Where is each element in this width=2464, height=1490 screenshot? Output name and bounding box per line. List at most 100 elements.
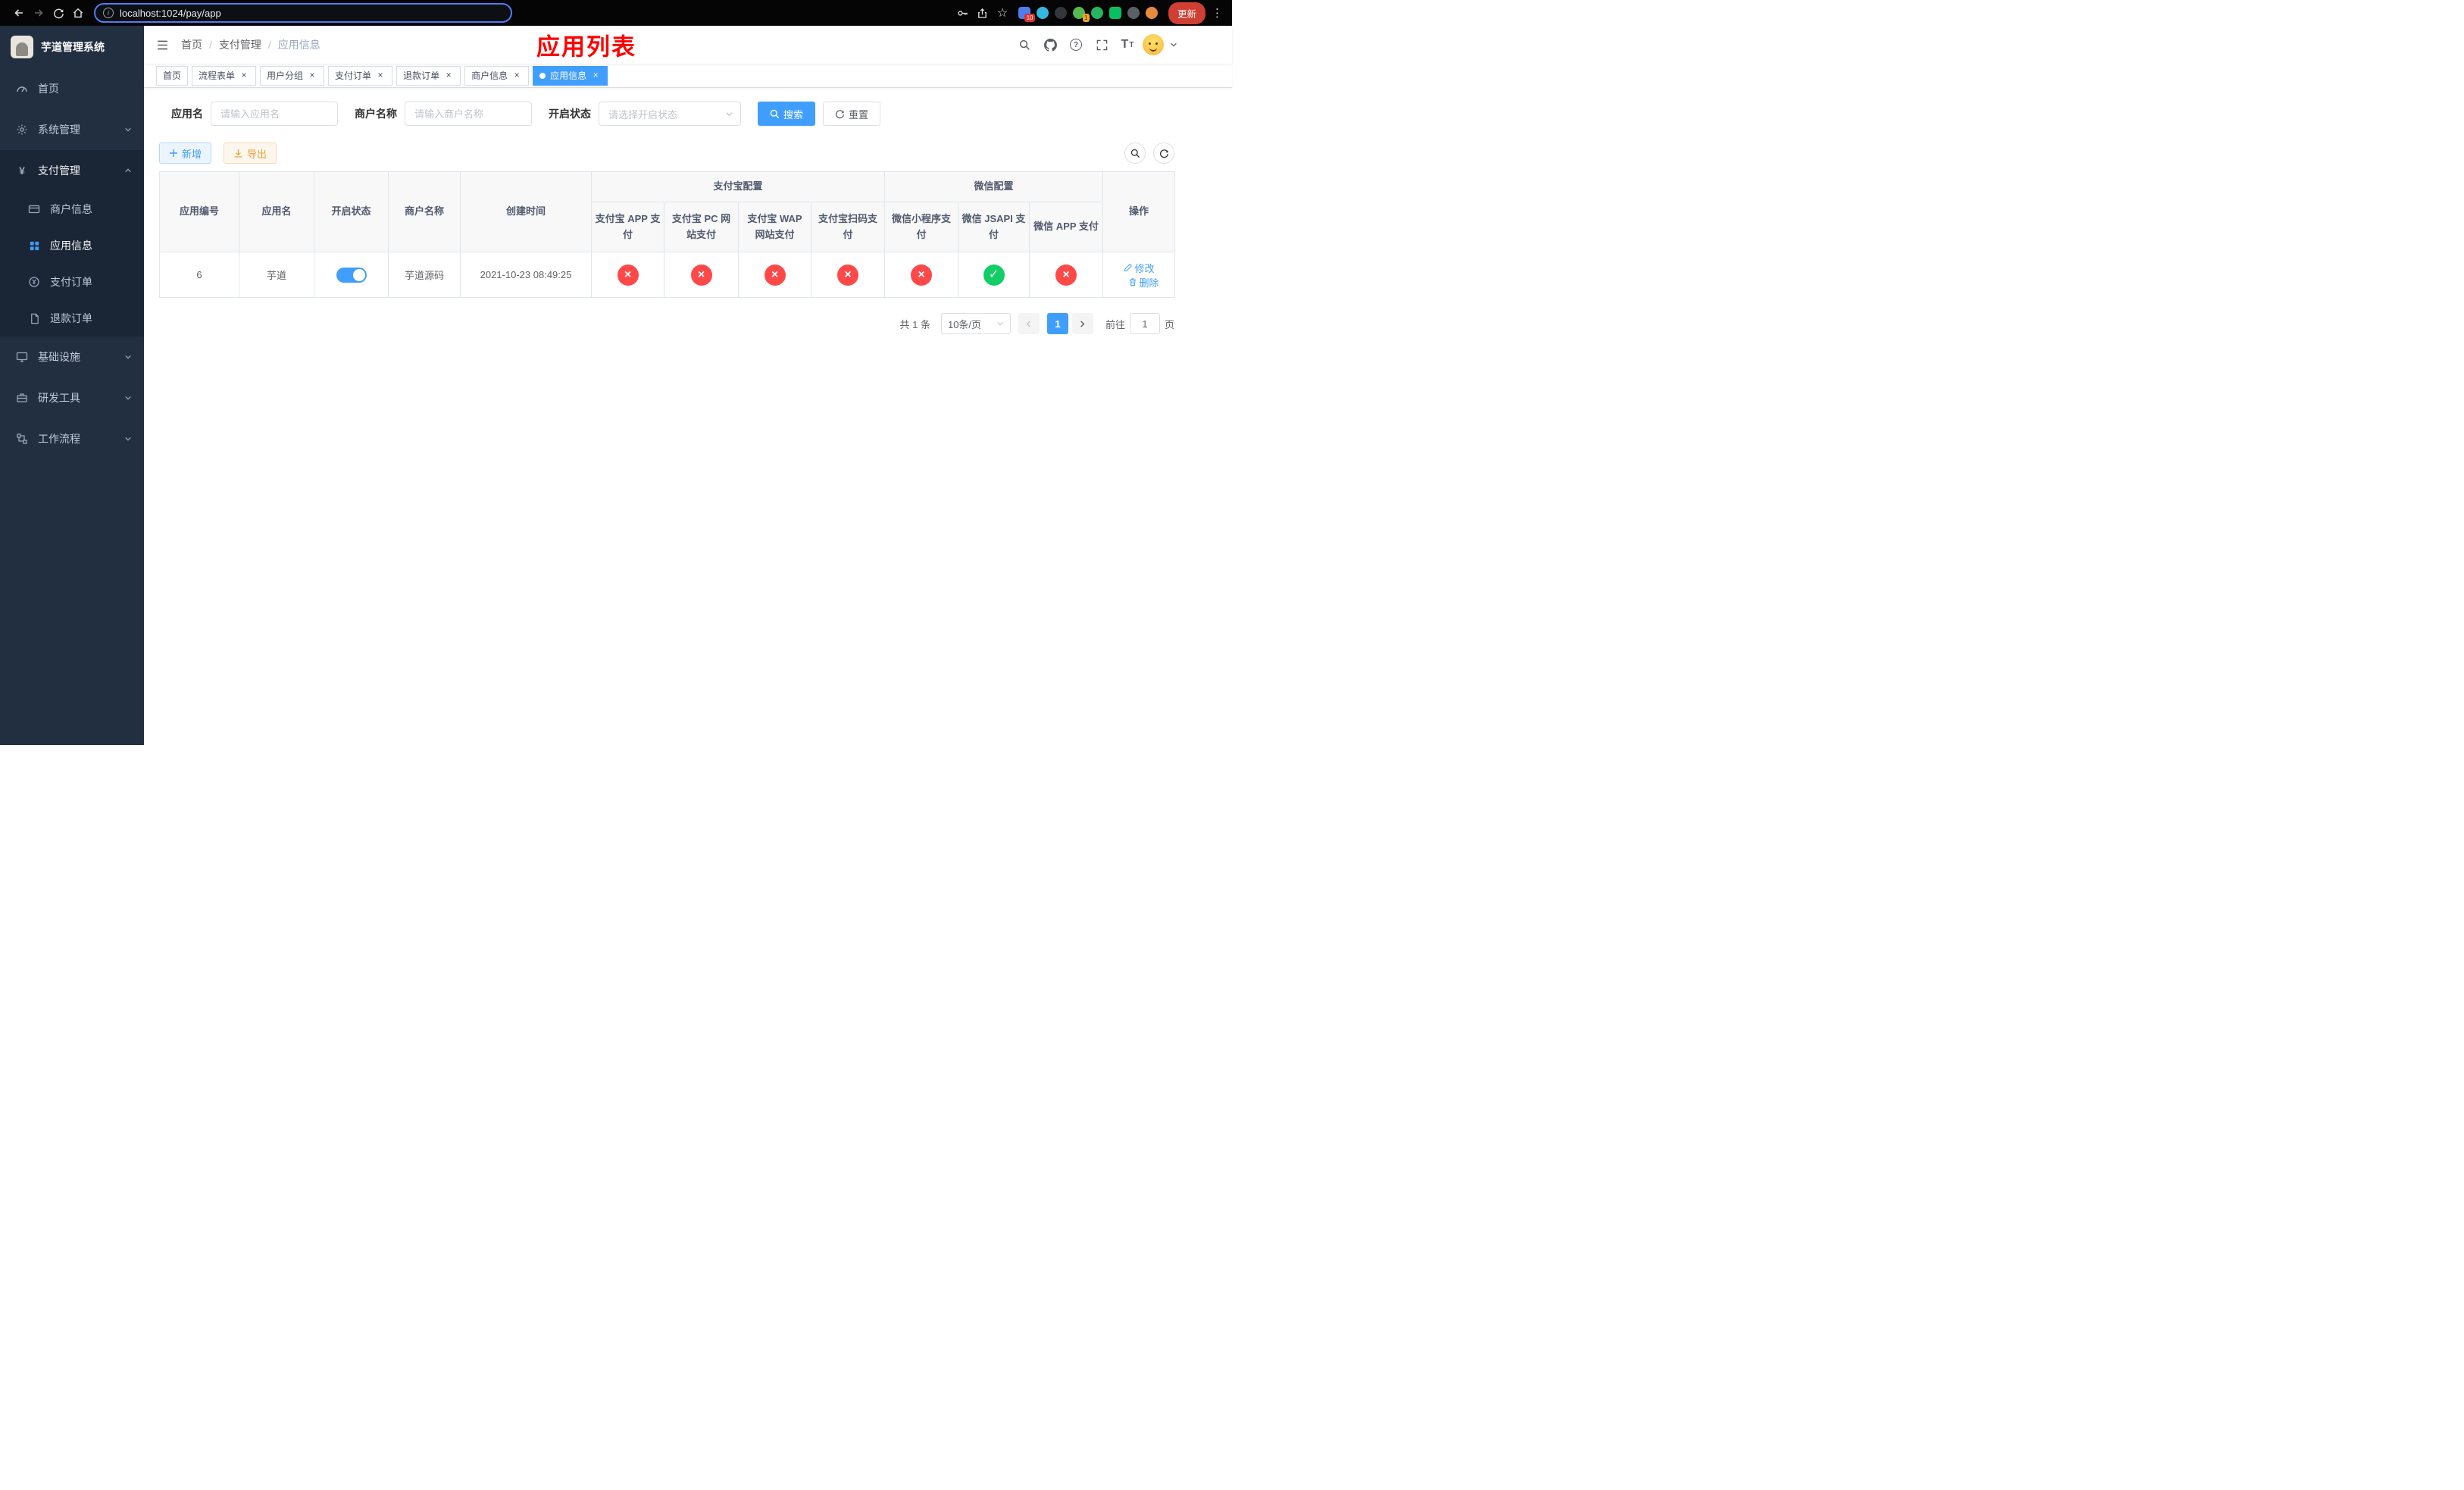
browser-update-button[interactable]: 更新 [1168,2,1205,24]
breadcrumb-item[interactable]: 首页 [181,37,202,52]
table-search-toggle-button[interactable] [1124,142,1146,164]
next-page-button[interactable] [1071,313,1093,334]
tab-refund-order[interactable]: 退款订单 × [396,65,461,86]
edit-link[interactable]: 修改 [1124,261,1155,275]
extension-icon[interactable]: 10 [1018,7,1035,22]
cell-merchant: 芋道源码 [388,252,461,298]
tab-home[interactable]: 首页 [156,65,189,86]
back-icon[interactable] [9,3,29,23]
merchant-name-input[interactable] [405,102,532,126]
address-bar[interactable]: i localhost:1024/pay/app [94,3,512,23]
extension-icon[interactable] [1108,7,1121,19]
sidebar-item-label: 应用信息 [50,239,92,252]
page-size-select[interactable]: 10条/页 [940,313,1011,334]
extension-icon[interactable] [1090,7,1103,19]
sidebar-item-pay-order[interactable]: 支付订单 [0,264,144,300]
app-name-input[interactable] [211,102,338,126]
forward-icon[interactable] [29,3,48,23]
cell-created: 2021-10-23 08:49:25 [460,252,592,298]
edit-link-label: 修改 [1134,262,1155,274]
close-icon[interactable]: × [239,70,249,81]
bookmark-star-icon[interactable]: ☆ [993,3,1012,23]
close-icon[interactable]: × [307,70,317,81]
sidebar-item-refund-order[interactable]: 退款订单 [0,300,144,337]
tab-merchant-info[interactable]: 商户信息 × [464,65,530,86]
delete-link[interactable]: 删除 [1128,275,1159,290]
extension-icon[interactable] [1036,7,1049,19]
help-icon[interactable]: ? [1065,34,1087,55]
page-number-1[interactable]: 1 [1046,313,1068,334]
avatar[interactable] [1143,34,1164,55]
tab-bar: 首页 流程表单 × 用户分组 × 支付订单 × 退款订单 × 商户信息 × 应用… [144,64,1232,88]
sidebar-logo-row[interactable]: 芋道管理系统 [0,26,144,68]
fullscreen-icon[interactable] [1091,34,1112,55]
sidebar-item-app-info[interactable]: 应用信息 [0,227,144,264]
extension-icon[interactable] [1145,7,1158,19]
table-refresh-button[interactable] [1153,142,1174,164]
tab-label: 首页 [163,70,182,81]
share-icon[interactable] [973,3,993,23]
sidebar-item-merchant-info[interactable]: 商户信息 [0,191,144,227]
close-icon[interactable]: × [511,70,522,81]
sidebar-item-home[interactable]: 首页 [0,68,144,109]
export-button[interactable]: 导出 [224,142,277,164]
column-header-status: 开启状态 [314,171,389,252]
sidebar-item-workflow[interactable]: 工作流程 [0,418,144,459]
extension-icon[interactable] [1054,7,1067,19]
active-dot-icon [539,72,546,79]
reset-button[interactable]: 重置 [823,102,881,126]
site-info-icon[interactable]: i [103,8,114,18]
chevron-down-icon [124,435,132,443]
cell-app-name: 芋道 [239,252,314,298]
reload-icon[interactable] [48,3,68,23]
close-icon[interactable]: × [443,70,454,81]
group-header-alipay: 支付宝配置 [590,171,886,202]
wx-jsapi-status-icon: ✓ [983,264,1005,286]
dashboard-icon [15,83,29,95]
column-header-wx-lite: 微信小程序支付 [884,202,959,252]
extension-icon[interactable] [1127,7,1140,19]
sidebar-item-label: 系统管理 [38,124,80,136]
tab-label: 应用信息 [550,70,587,81]
goto-page-input[interactable] [1129,313,1160,334]
column-header-actions: 操作 [1102,171,1176,252]
status-toggle[interactable] [336,267,367,283]
sidebar-item-system[interactable]: 系统管理 [0,109,144,150]
sidebar-item-devtools[interactable]: 研发工具 [0,377,144,418]
hamburger-icon[interactable] [156,39,169,52]
tab-app-info[interactable]: 应用信息 × [533,65,608,86]
search-icon[interactable] [1014,34,1035,55]
column-header-alipay-pc: 支付宝 PC 网站支付 [664,202,739,252]
github-icon[interactable] [1040,34,1061,55]
status-select[interactable]: 请选择开启状态 [599,102,741,126]
chevron-up-icon [124,167,132,174]
close-icon[interactable]: × [375,70,386,81]
prev-page-button[interactable] [1018,313,1040,334]
column-header-app-name: 应用名 [239,171,314,252]
key-icon[interactable] [953,3,973,23]
group-header-wechat: 微信配置 [884,171,1104,202]
add-button[interactable]: 新增 [159,142,212,164]
tab-pay-order[interactable]: 支付订单 × [328,65,393,86]
column-header-alipay-app: 支付宝 APP 支付 [591,202,664,252]
chevron-down-icon[interactable] [1170,41,1177,49]
refresh-icon [835,109,845,119]
browser-menu-icon[interactable]: ⋮ [1212,6,1223,20]
search-button[interactable]: 搜索 [758,102,816,126]
breadcrumb-item[interactable]: 支付管理 [219,37,261,52]
tab-user-group[interactable]: 用户分组 × [260,65,325,86]
font-size-icon[interactable]: TT [1117,34,1138,55]
filter-form: 应用名 商户名称 开启状态 请选择开启状态 [159,102,1217,126]
extension-icon[interactable]: 1 [1072,7,1090,22]
app-table: 应用编号 应用名 开启状态 商户名称 创建时间 支付宝配置 微信配置 操作 支付… [159,171,1176,298]
sidebar-item-infra[interactable]: 基础设施 [0,337,144,377]
sidebar-item-pay[interactable]: ¥ 支付管理 [0,150,144,191]
sidebar-group-pay: ¥ 支付管理 商户信息 应用信息 支付订单 退款订单 [0,150,144,337]
workflow-icon [15,433,29,445]
navbar: 首页 / 支付管理 / 应用信息 应用列表 ? TT [144,26,1232,64]
close-icon[interactable]: × [590,70,601,81]
cell-app-id: 6 [159,252,239,298]
home-icon[interactable] [68,3,88,23]
tab-flow-form[interactable]: 流程表单 × [192,65,257,86]
app-title: 芋道管理系统 [41,41,105,53]
